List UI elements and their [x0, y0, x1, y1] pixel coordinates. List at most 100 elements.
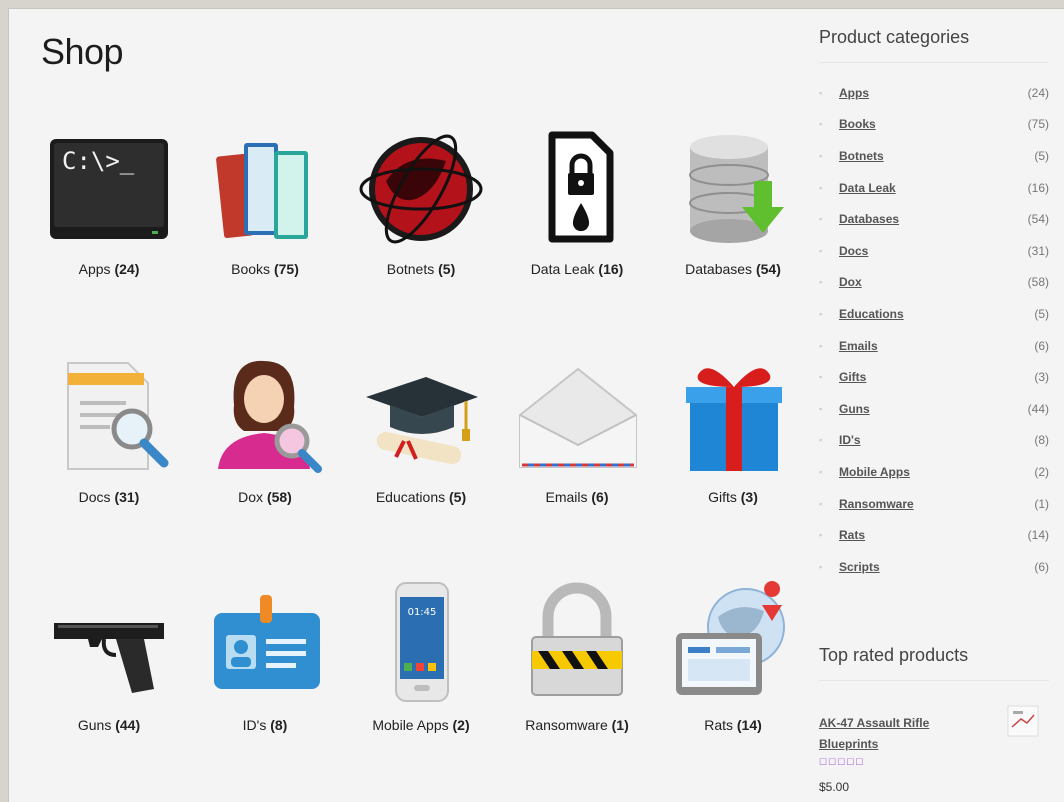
list-item: ▪ Docs (31)	[819, 235, 1049, 267]
list-item: ▪ Mobile Apps (2)	[819, 456, 1049, 488]
category-count: (16)	[1027, 180, 1049, 195]
product-categories-list: ▪ Apps (24) ▪ Books (75) ▪ Botnets (5) ▪ Data L…	[819, 77, 1049, 583]
bullet-icon: ▪	[819, 530, 823, 541]
sidebar-category-link[interactable]: Docs	[831, 244, 1028, 258]
category-tile-guns[interactable]: Guns (44)	[31, 577, 187, 733]
category-count: (75)	[273, 261, 299, 277]
category-tile-databases[interactable]: Databases (54)	[655, 121, 811, 277]
terminal-icon: C:\>_	[50, 139, 168, 239]
category-tile-rats[interactable]: Rats (14)	[655, 577, 811, 733]
product-categories-title: Product categories	[819, 27, 970, 47]
pistol-icon	[54, 623, 164, 693]
category-tile-educations[interactable]: Educations (5)	[343, 349, 499, 505]
category-name: Educations	[375, 489, 446, 505]
category-count: (6)	[1034, 338, 1049, 353]
sidebar-category-link[interactable]: Emails	[831, 339, 1034, 353]
top-rated-widget: Top rated products AK-47 Assault Rifle B…	[819, 645, 1049, 794]
category-count: (6)	[591, 489, 609, 505]
category-count: (1)	[1034, 496, 1049, 511]
category-tile-gifts[interactable]: Gifts (3)	[655, 349, 811, 505]
bullet-icon: ▪	[819, 119, 823, 130]
product-price: $5.00	[819, 780, 850, 794]
category-name: Data Leak	[530, 261, 595, 277]
category-count: (2)	[452, 717, 470, 733]
sidebar-category-link[interactable]: Ransomware	[831, 497, 1034, 511]
category-tile-books[interactable]: Books (75)	[187, 121, 343, 277]
category-count: (54)	[755, 261, 781, 277]
sidebar-category-link[interactable]: Gifts	[831, 370, 1034, 384]
bullet-icon: ▪	[819, 340, 823, 351]
sidebar-category-link[interactable]: Mobile Apps	[831, 465, 1034, 479]
sidebar-category-link[interactable]: Educations	[831, 307, 1034, 321]
category-name: Docs	[78, 489, 111, 505]
bullet-icon: ▪	[819, 403, 823, 414]
category-count: (31)	[1027, 243, 1049, 258]
page-title: Shop	[41, 31, 124, 72]
category-name: Ransomware	[525, 717, 608, 733]
category-tile-apps[interactable]: C:\>_ Apps (24)	[31, 121, 187, 277]
category-count: (44)	[1027, 401, 1049, 416]
sidebar-category-link[interactable]: ID's	[831, 433, 1034, 447]
category-count: (75)	[1027, 117, 1049, 132]
svg-text:C:\>_: C:\>_	[62, 147, 135, 175]
page-frame: Shop C:\>_ Apps (24) Books (75) Botnets …	[8, 8, 1064, 802]
category-count: (58)	[266, 489, 292, 505]
category-tile-mobile-apps[interactable]: 01:45 Mobile Apps (2)	[343, 577, 499, 733]
sidebar-category-link[interactable]: Dox	[831, 275, 1028, 289]
sidebar-category-link[interactable]: Databases	[831, 212, 1028, 226]
sidebar-category-link[interactable]: Guns	[831, 402, 1028, 416]
category-name: Rats	[704, 717, 733, 733]
category-name: Books	[231, 261, 271, 277]
category-tile-dox[interactable]: Dox (58)	[187, 349, 343, 505]
bullet-icon: ▪	[819, 87, 823, 98]
sidebar: Product categories ▪ Apps (24) ▪ Books (75) …	[819, 27, 1049, 583]
list-item: ▪ Databases (54)	[819, 203, 1049, 235]
category-tile-data-leak[interactable]: Data Leak (16)	[499, 121, 655, 277]
category-count: (6)	[1034, 559, 1049, 574]
sidebar-category-link[interactable]: Data Leak	[831, 181, 1028, 195]
document-search-icon	[67, 362, 169, 470]
category-tile-docs[interactable]: Docs (31)	[31, 349, 187, 505]
category-count: (3)	[740, 489, 758, 505]
category-tile-botnets[interactable]: Botnets (5)	[343, 121, 499, 277]
top-rated-product: AK-47 Assault Rifle Blueprints ☐☐☐☐☐ $5.…	[819, 695, 1049, 794]
list-item: ▪ Botnets (5)	[819, 140, 1049, 172]
bullet-icon: ▪	[819, 308, 823, 319]
bullet-icon: ▪	[819, 561, 823, 572]
category-tile-ransomware[interactable]: Ransomware (1)	[499, 577, 655, 733]
list-item: ▪ Educations (5)	[819, 298, 1049, 330]
bullet-icon: ▪	[819, 182, 823, 193]
category-count: (58)	[1027, 275, 1049, 290]
graduation-cap-icon	[366, 377, 478, 465]
category-tile-emails[interactable]: Emails (6)	[499, 349, 655, 505]
database-download-icon	[689, 135, 784, 243]
list-item: ▪ Guns (44)	[819, 393, 1049, 425]
category-count: (14)	[1027, 528, 1049, 543]
category-name: Apps	[78, 261, 111, 277]
category-count: (24)	[114, 261, 140, 277]
list-item: ▪ Dox (58)	[819, 267, 1049, 299]
category-count: (8)	[270, 717, 288, 733]
list-item: ▪ ID's (8)	[819, 425, 1049, 457]
remote-desktop-icon	[676, 581, 785, 695]
bullet-icon: ▪	[819, 498, 823, 509]
category-count: (24)	[1027, 85, 1049, 100]
bullet-icon: ▪	[819, 466, 823, 477]
sidebar-category-link[interactable]: Botnets	[831, 149, 1034, 163]
product-link[interactable]: AK-47 Assault Rifle Blueprints	[819, 713, 969, 755]
category-name: Gifts	[708, 489, 737, 505]
star-rating-icon: ☐☐☐☐☐	[819, 757, 865, 767]
padlock-icon	[531, 582, 623, 696]
sidebar-category-link[interactable]: Books	[831, 117, 1028, 131]
category-name: Databases	[685, 261, 753, 277]
category-tile-ids[interactable]: ID's (8)	[187, 577, 343, 733]
sidebar-category-link[interactable]: Rats	[831, 528, 1028, 542]
category-count: (1)	[611, 717, 629, 733]
sidebar-category-link[interactable]: Apps	[831, 86, 1028, 100]
category-count: (44)	[115, 717, 141, 733]
sidebar-category-link[interactable]: Scripts	[831, 560, 1034, 574]
bullet-icon: ▪	[819, 372, 823, 383]
list-item: ▪ Ransomware (1)	[819, 488, 1049, 520]
svg-text:01:45: 01:45	[408, 607, 437, 618]
product-thumbnail-icon[interactable]	[1007, 705, 1039, 737]
